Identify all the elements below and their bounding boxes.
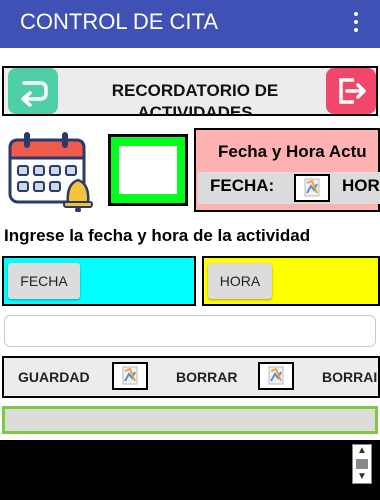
header-title: RECORDATORIO DE ACTIVIDADES <box>111 81 279 116</box>
save-image-icon <box>112 362 148 390</box>
time-picker-button[interactable]: HORA <box>208 263 272 299</box>
back-button[interactable] <box>8 68 58 114</box>
activity-text-area[interactable] <box>0 440 380 500</box>
calendar-bell-icon <box>4 128 100 213</box>
delete-image-icon <box>258 362 294 390</box>
delete-button[interactable]: BORRAR <box>176 369 237 385</box>
kebab-menu-icon[interactable] <box>350 12 362 34</box>
scroll-down-icon[interactable]: ▼ <box>353 471 371 483</box>
app-title: CONTROL DE CITA <box>20 9 219 34</box>
scrollbar[interactable]: ▲ ▼ <box>352 444 372 484</box>
instruction-text: Ingrese la fecha y hora de la actividad <box>4 226 311 245</box>
date-picker-button[interactable]: FECHA <box>8 263 80 299</box>
exit-button[interactable] <box>326 68 376 114</box>
image-placeholder-icon <box>294 174 330 202</box>
current-datetime-title: Fecha y Hora Actu <box>218 142 367 161</box>
status-color-inner <box>119 146 177 194</box>
scroll-up-icon[interactable]: ▲ <box>353 445 371 457</box>
current-date-label: FECHA: <box>210 176 275 195</box>
back-arrow-icon <box>21 81 48 107</box>
activity-text-input[interactable] <box>4 315 376 347</box>
delete-button-2[interactable]: BORRAI <box>322 369 377 385</box>
activity-list-box[interactable] <box>2 406 378 434</box>
scroll-thumb[interactable] <box>356 459 368 469</box>
exit-icon <box>339 78 366 104</box>
current-time-label: HOR <box>342 176 380 195</box>
save-button[interactable]: GUARDAD <box>18 369 90 385</box>
